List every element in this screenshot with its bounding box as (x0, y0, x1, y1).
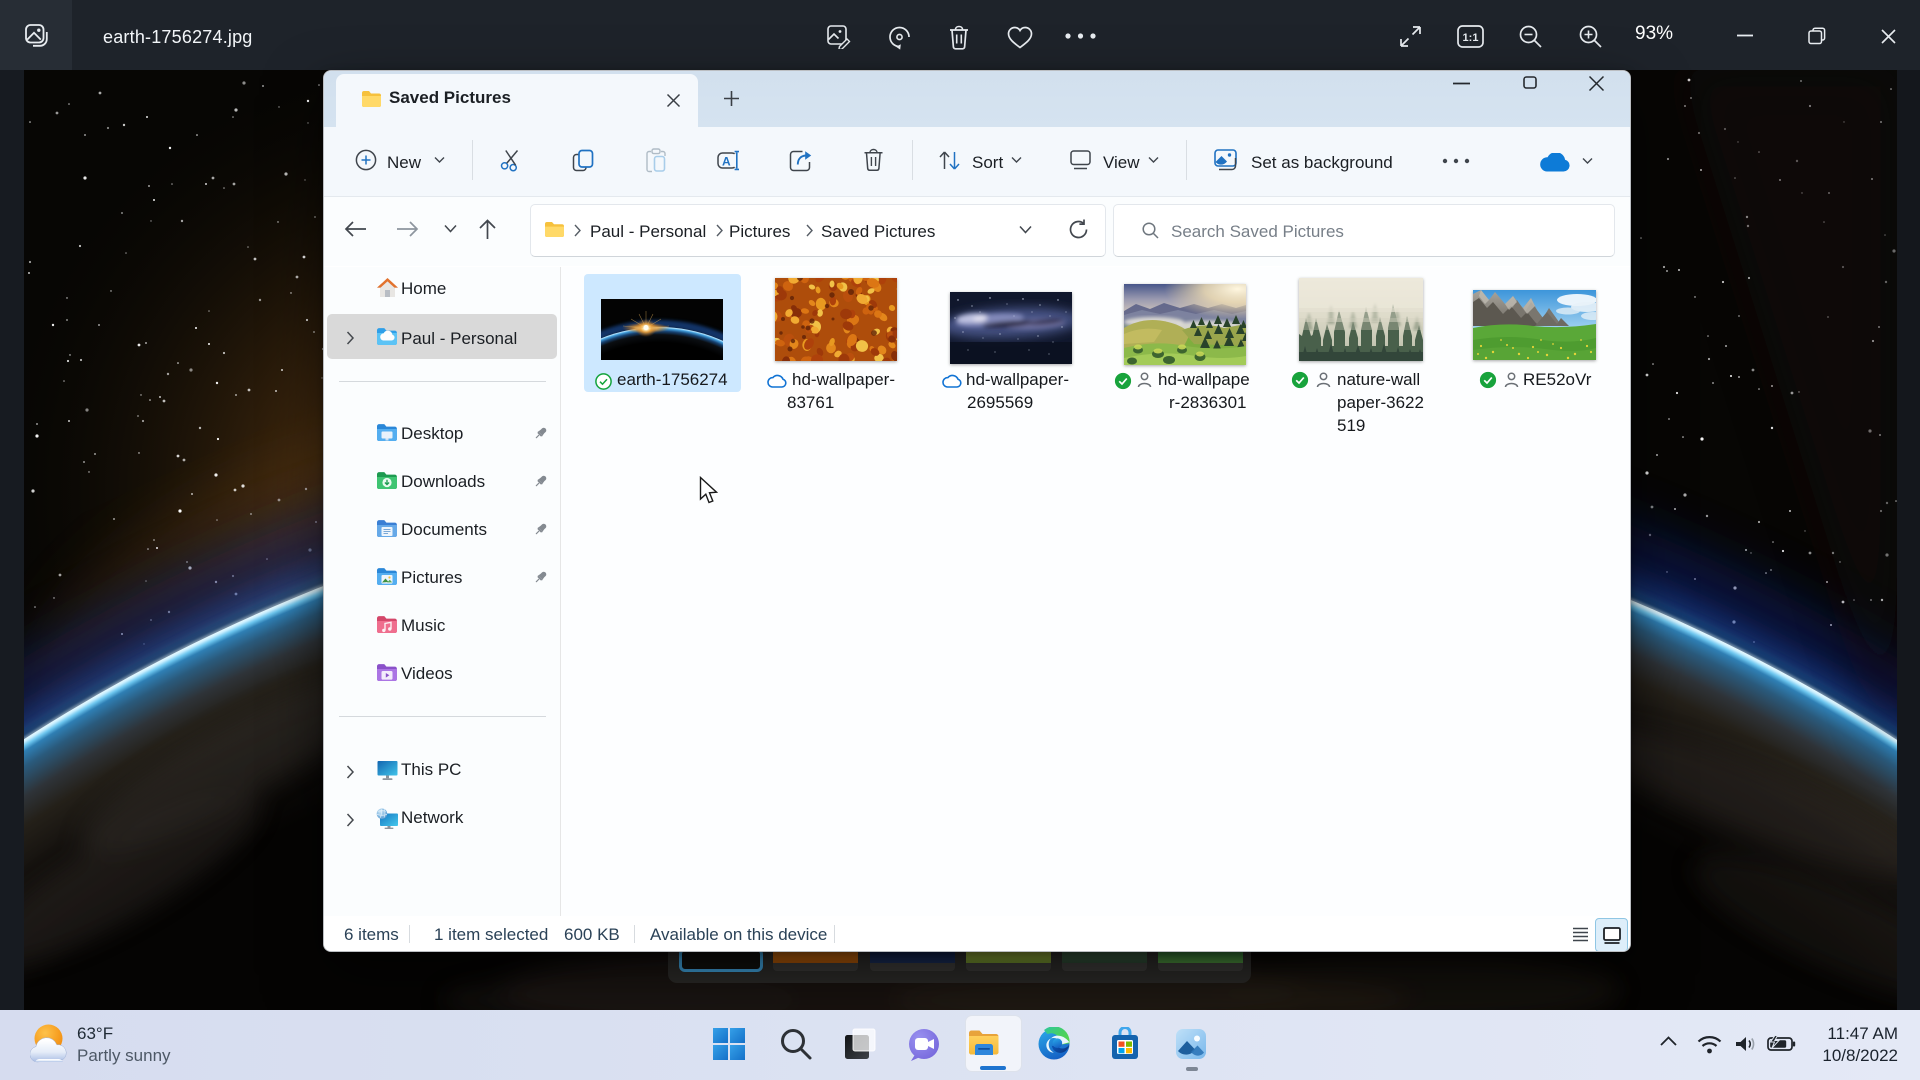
svg-text:A: A (722, 155, 731, 169)
svg-text:1:1: 1:1 (1463, 32, 1479, 44)
